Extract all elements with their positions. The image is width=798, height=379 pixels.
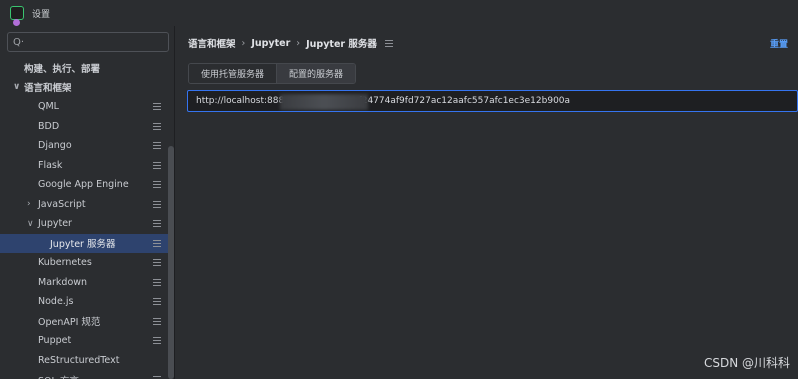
- breadcrumb-item: Jupyter 服务器: [306, 39, 377, 50]
- settings-content: 语言和框架 › Jupyter › Jupyter 服务器 重置 使用托管服务器…: [176, 26, 798, 379]
- sidebar-item[interactable]: Django: [0, 136, 168, 156]
- sidebar-item-label: Flask: [38, 159, 63, 171]
- sidebar-item-label: BDD: [38, 120, 60, 132]
- sidebar-item-label: Django: [38, 140, 72, 152]
- sidebar-item-label: Puppet: [38, 335, 72, 347]
- sidebar-item[interactable]: Markdown: [0, 273, 168, 293]
- project-scope-icon: [153, 181, 161, 188]
- breadcrumb: 语言和框架 › Jupyter › Jupyter 服务器: [188, 36, 393, 50]
- settings-search-input[interactable]: [26, 36, 157, 48]
- sidebar-item[interactable]: › JavaScript: [0, 195, 168, 215]
- sidebar-item-label: Kubernetes: [38, 257, 92, 269]
- watermark: CSDN @川科科: [703, 356, 790, 370]
- sidebar-item[interactable]: Kubernetes: [0, 253, 168, 273]
- project-scope-icon: [153, 161, 161, 169]
- sidebar-item[interactable]: Puppet: [0, 331, 168, 351]
- settings-search-box[interactable]: Q·: [7, 32, 169, 52]
- search-icon: Q·: [13, 36, 25, 48]
- server-url-field[interactable]: [187, 90, 798, 112]
- sidebar-item-label: Markdown: [38, 276, 88, 288]
- project-scope-icon: [153, 220, 161, 227]
- chevron-right-icon[interactable]: ›: [27, 199, 31, 209]
- project-scope-icon: [153, 103, 161, 110]
- sidebar-item[interactable]: ∨ Jupyter: [0, 214, 168, 234]
- chevron-down-icon[interactable]: ∨: [27, 219, 34, 229]
- project-scope-icon: [153, 142, 161, 149]
- project-scope-icon: [153, 122, 161, 130]
- project-scope-icon: [153, 239, 161, 247]
- sidebar-item-label: SQL 方言: [38, 373, 79, 379]
- project-scope-icon: [153, 259, 161, 266]
- sidebar-item-label: Jupyter 服务器: [50, 239, 116, 251]
- sidebar-item-label: QML: [38, 101, 59, 113]
- sidebar-item[interactable]: SQL 方言: [0, 370, 168, 379]
- sidebar-item-label: Jupyter: [38, 218, 72, 230]
- server-mode-tabs: 使用托管服务器 配置的服务器: [188, 63, 357, 84]
- sidebar-item-label: JavaScript: [38, 198, 86, 210]
- sidebar-item[interactable]: QML: [0, 97, 168, 117]
- sidebar-item[interactable]: Jupyter 服务器: [0, 233, 168, 253]
- project-scope-icon: [153, 298, 161, 305]
- project-scope-icon: [384, 39, 393, 47]
- settings-sidebar: Q· 构建、执行、部署 ∨ 语言和框架 QML BDD Django Flask Google…: [0, 26, 175, 379]
- sidebar-item-label: Google App Engine: [38, 179, 129, 191]
- sidebar-item[interactable]: OpenAPI 规范: [0, 312, 168, 332]
- reset-button[interactable]: 重置: [770, 37, 788, 50]
- project-scope-icon: [153, 337, 161, 344]
- sidebar-item[interactable]: ReStructuredText: [0, 351, 168, 371]
- tab-configured-server[interactable]: 配置的服务器: [276, 64, 356, 83]
- project-scope-icon: [153, 278, 161, 286]
- breadcrumb-item[interactable]: Jupyter: [251, 38, 290, 49]
- sidebar-item-label: 语言和框架: [24, 83, 72, 95]
- title-bar: 设置: [0, 0, 798, 26]
- breadcrumb-separator: ›: [241, 37, 246, 49]
- sidebar-item-label: Node.js: [38, 296, 74, 308]
- sidebar-item[interactable]: ∨ 语言和框架: [0, 78, 168, 98]
- sidebar-item[interactable]: Flask: [0, 156, 168, 176]
- settings-tree: 构建、执行、部署 ∨ 语言和框架 QML BDD Django Flask Google Ap…: [0, 58, 168, 379]
- sidebar-item[interactable]: BDD: [0, 117, 168, 137]
- sidebar-item[interactable]: Google App Engine: [0, 175, 168, 195]
- app-logo-icon: [10, 6, 24, 26]
- sidebar-scrollbar[interactable]: [168, 146, 174, 379]
- window-title: 设置: [32, 9, 51, 20]
- breadcrumb-separator: ›: [296, 37, 301, 49]
- sidebar-item[interactable]: 构建、执行、部署: [0, 58, 168, 78]
- tab-managed-server[interactable]: 使用托管服务器: [189, 64, 277, 83]
- project-scope-icon: [153, 200, 161, 208]
- breadcrumb-item[interactable]: 语言和框架: [188, 36, 236, 50]
- sidebar-item[interactable]: Node.js: [0, 292, 168, 312]
- redacted-token-blur: [280, 94, 368, 110]
- project-scope-icon: [153, 317, 161, 325]
- sidebar-item-label: ReStructuredText: [38, 354, 120, 366]
- chevron-down-icon[interactable]: ∨: [13, 82, 20, 92]
- sidebar-item-label: 构建、执行、部署: [24, 63, 101, 75]
- sidebar-item-label: OpenAPI 规范: [38, 317, 101, 329]
